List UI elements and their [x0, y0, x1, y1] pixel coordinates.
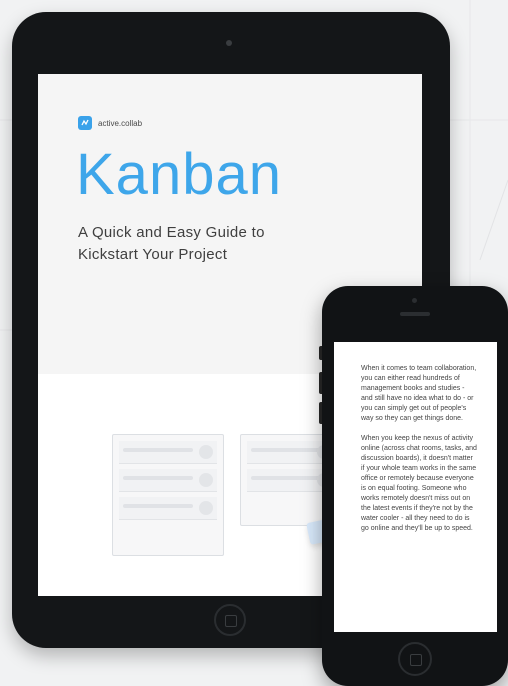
cover-title: Kanban [76, 142, 282, 207]
phone-volume-button [319, 402, 322, 424]
kanban-card [119, 469, 217, 492]
phone-volume-button [319, 372, 322, 394]
paragraph: When you keep the nexus of activity onli… [361, 435, 477, 532]
phone-device: When it comes to team collaboration, you… [319, 286, 508, 686]
cover-subtitle: A Quick and Easy Guide to Kickstart Your… [78, 224, 265, 263]
brand-name: active.collab [98, 118, 143, 128]
phone-speaker-icon [400, 312, 430, 316]
kanban-card [119, 441, 217, 464]
activecollab-logo-icon [78, 116, 92, 130]
tablet-camera-icon [226, 40, 232, 46]
brand-logo: active.collab [78, 116, 142, 130]
phone-screen: When it comes to team collaboration, you… [334, 342, 497, 632]
phone-article-text: When it comes to team collaboration, you… [361, 364, 477, 544]
phone-home-button-icon[interactable] [398, 642, 432, 676]
tablet-home-button-icon[interactable] [214, 604, 246, 636]
kanban-column-1 [112, 434, 224, 556]
phone-camera-icon [412, 298, 417, 303]
paragraph: When it comes to team collaboration, you… [361, 365, 477, 422]
phone-volume-button [319, 346, 322, 360]
kanban-card [119, 497, 217, 520]
